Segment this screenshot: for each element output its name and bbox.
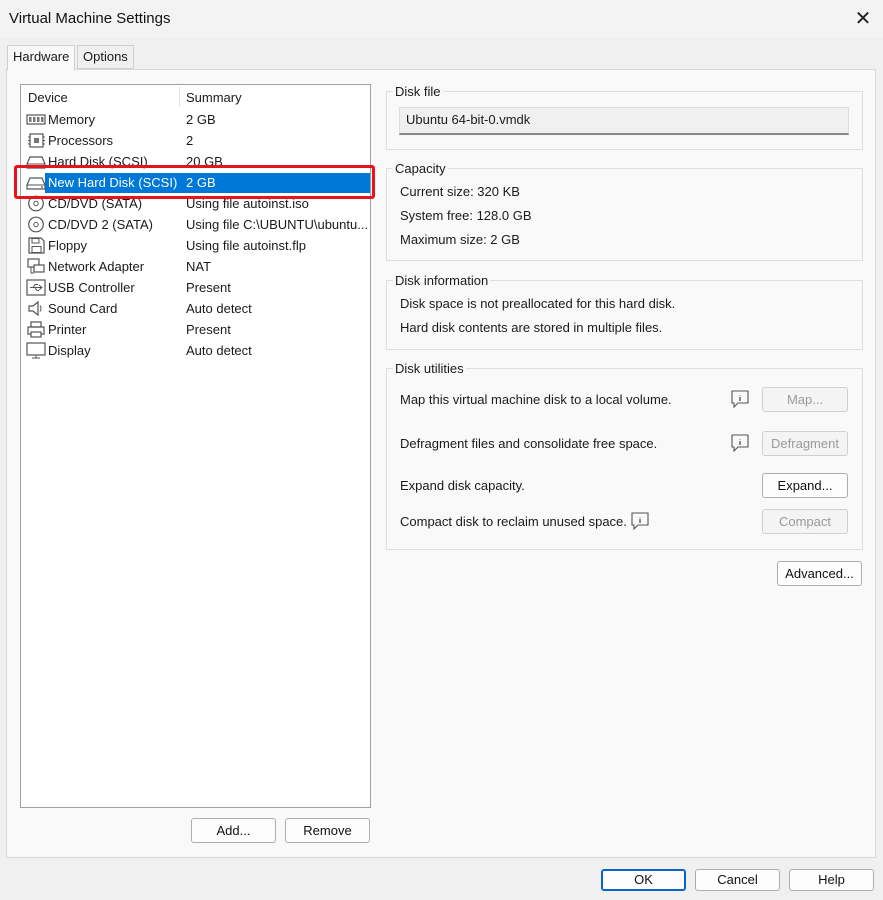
device-name: CD/DVD 2 (SATA) [48,217,153,232]
device-summary: Auto detect [186,343,252,358]
device-row-sound-card[interactable]: Sound Card Auto detect [24,298,370,319]
advanced-button[interactable]: Advanced... [777,561,862,586]
cd-dvd-icon [26,216,46,233]
device-name: Memory [48,112,95,127]
device-name: Processors [48,133,114,148]
compact-description: Compact disk to reclaim unused space. [400,514,627,529]
ok-button[interactable]: OK [601,869,686,891]
device-summary: Auto detect [186,301,252,316]
compact-button[interactable]: Compact [762,509,848,534]
close-icon[interactable]: ✕ [853,9,873,29]
device-row-processors[interactable]: Processors 2 [24,130,370,151]
usb-icon [26,279,46,296]
column-header-device[interactable]: Device [28,90,68,105]
disk-information-label: Disk information [393,273,491,288]
help-button[interactable]: Help [789,869,874,891]
disk-file-field[interactable]: Ubuntu 64-bit-0.vmdk [399,107,849,135]
device-summary: Present [186,322,231,337]
capacity-label: Capacity [393,161,448,176]
device-name: Printer [48,322,87,337]
column-header-summary[interactable]: Summary [186,90,242,105]
network-adapter-icon [26,258,46,275]
title-bar: Virtual Machine Settings ✕ [0,0,883,38]
device-summary: NAT [186,259,212,274]
disk-utilities-label: Disk utilities [393,361,466,376]
device-row-usb-controller[interactable]: USB Controller Present [24,277,370,298]
selection-callout [14,165,375,199]
device-name: Sound Card [48,301,118,316]
device-name: USB Controller [48,280,135,295]
info-icon[interactable] [730,434,750,453]
disk-information-group [386,280,863,350]
info-icon[interactable] [730,390,750,409]
memory-icon [26,111,46,128]
device-list-header: Device Summary [21,85,370,109]
cancel-button[interactable]: Cancel [695,869,780,891]
device-row-display[interactable]: Display Auto detect [24,340,370,361]
device-name: Display [48,343,91,358]
window-title: Virtual Machine Settings [9,10,171,27]
expand-button[interactable]: Expand... [762,473,848,498]
defragment-button[interactable]: Defragment [762,431,848,456]
tab-hardware[interactable]: Hardware [7,45,76,71]
expand-description: Expand disk capacity. [400,478,525,493]
device-summary: Using file C:\UBUNTU\ubuntu... [186,217,369,232]
system-free-text: System free: 128.0 GB [400,208,532,223]
defragment-description: Defragment files and consolidate free sp… [400,436,658,451]
device-name: Network Adapter [48,259,145,274]
speaker-icon [26,300,46,317]
current-size-text: Current size: 320 KB [400,184,520,199]
device-summary: 2 GB [186,112,216,127]
device-row-floppy[interactable]: Floppy Using file autoinst.flp [24,235,370,256]
disk-info-line-1: Disk space is not preallocated for this … [400,296,676,311]
display-icon [26,342,46,359]
device-summary: Present [186,280,231,295]
maximum-size-text: Maximum size: 2 GB [400,232,520,247]
disk-file-value: Ubuntu 64-bit-0.vmdk [406,112,531,127]
info-icon[interactable] [630,512,650,531]
device-row-network-adapter[interactable]: Network Adapter NAT [24,256,370,277]
remove-button[interactable]: Remove [285,818,370,843]
map-description: Map this virtual machine disk to a local… [400,392,672,407]
device-summary: 2 [186,133,194,148]
device-name: Floppy [48,238,88,253]
disk-file-label: Disk file [393,84,443,99]
device-summary: Using file autoinst.flp [186,238,306,253]
map-button[interactable]: Map... [762,387,848,412]
device-row-cd-dvd-2[interactable]: CD/DVD 2 (SATA) Using file C:\UBUNTU\ubu… [24,214,370,235]
disk-info-line-2: Hard disk contents are stored in multipl… [400,320,663,335]
printer-icon [26,321,46,338]
tab-options[interactable]: Options [77,45,134,69]
processor-icon [26,132,46,149]
add-button[interactable]: Add... [191,818,276,843]
device-row-printer[interactable]: Printer Present [24,319,370,340]
column-separator [179,87,180,107]
floppy-icon [26,237,46,254]
device-row-memory[interactable]: Memory 2 GB [24,109,370,130]
